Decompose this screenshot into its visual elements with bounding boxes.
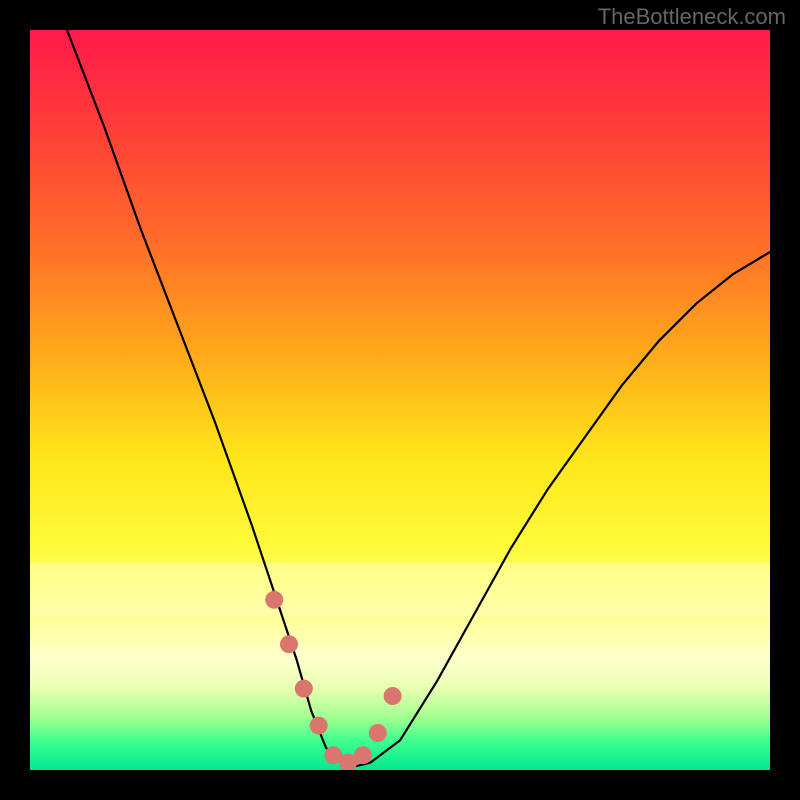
marker-dot (310, 717, 328, 735)
marker-dot (384, 687, 402, 705)
watermark-text: TheBottleneck.com (598, 4, 786, 30)
chart-plot-area (30, 30, 770, 770)
marker-dot (295, 680, 313, 698)
bottleneck-curve-path (67, 30, 770, 766)
marker-dot (354, 746, 372, 764)
marker-dot (265, 591, 283, 609)
chart-svg (30, 30, 770, 770)
optimal-zone-markers (265, 591, 401, 770)
marker-dot (369, 724, 387, 742)
marker-dot (280, 635, 298, 653)
